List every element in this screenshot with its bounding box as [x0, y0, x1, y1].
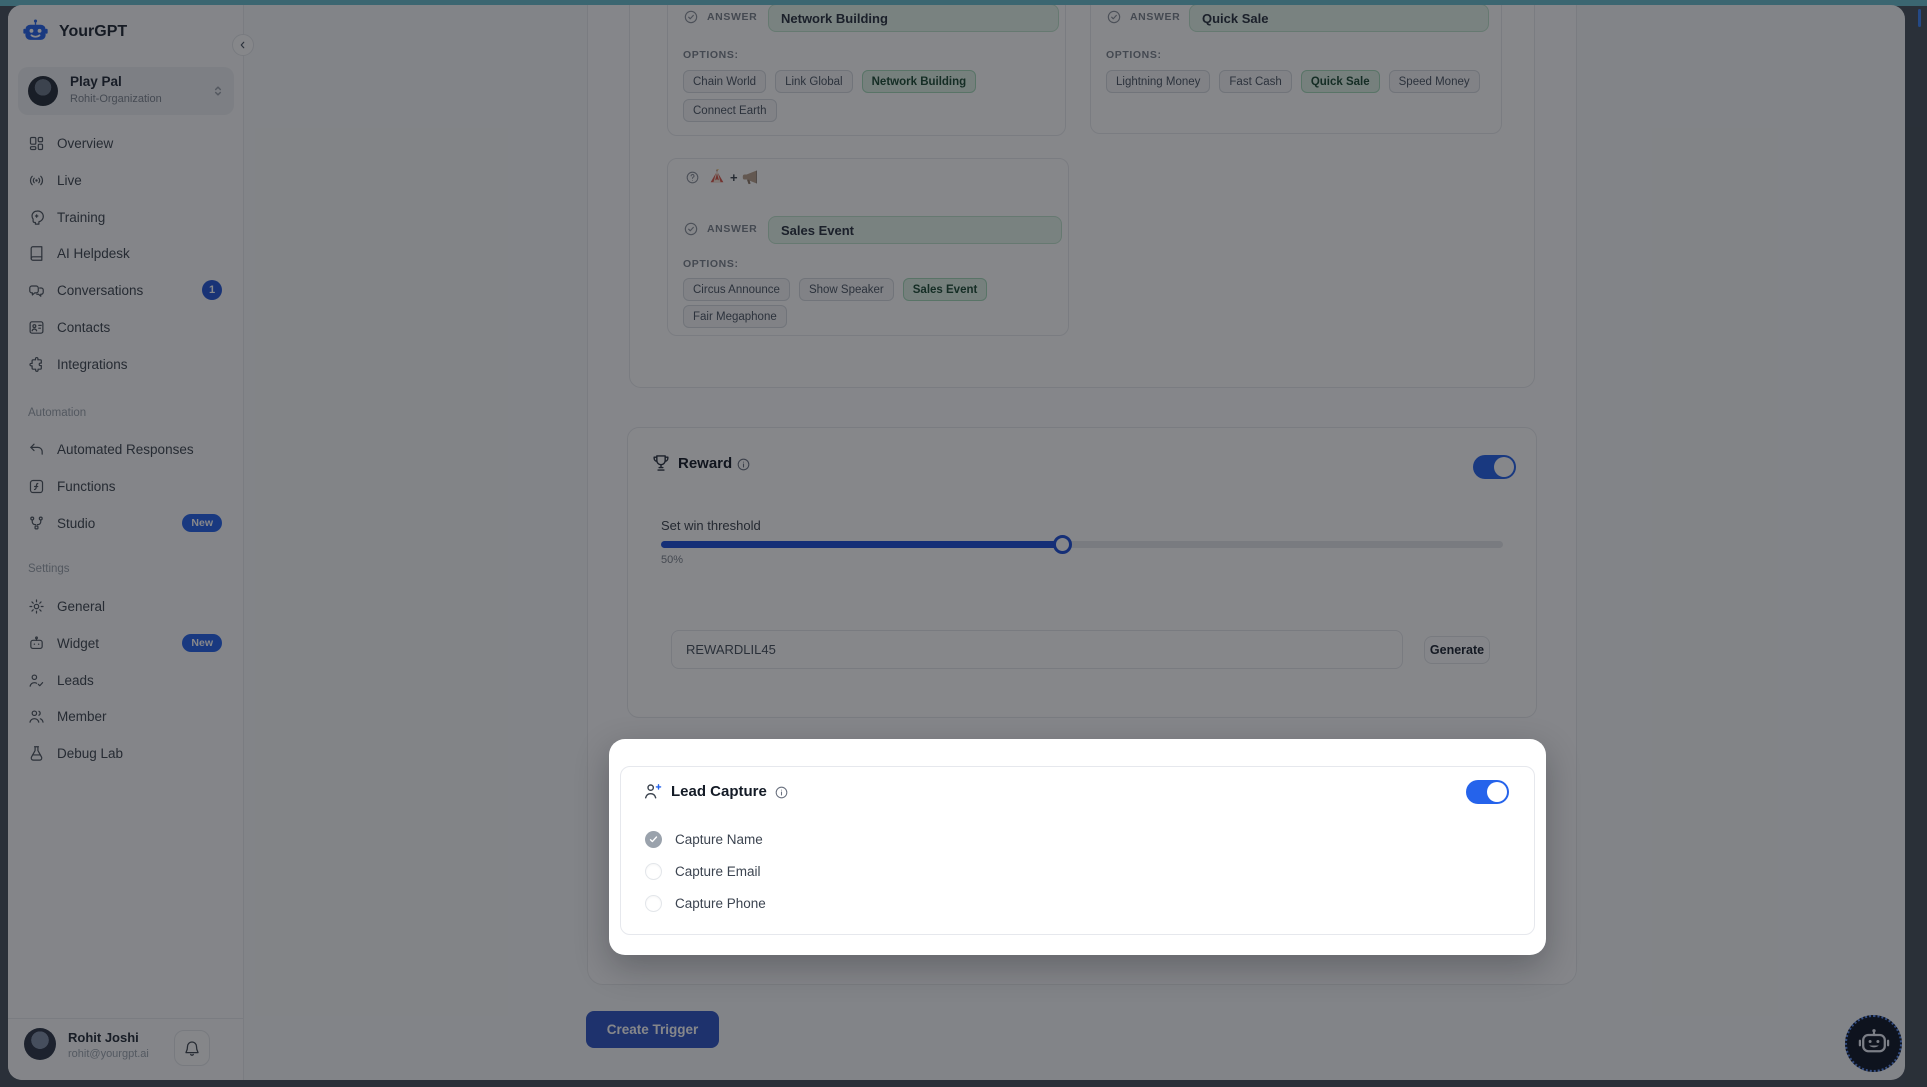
capture-option-label: Capture Email — [675, 864, 761, 879]
capture-option-label: Capture Name — [675, 832, 763, 847]
user-plus-icon — [643, 781, 663, 801]
checked-circle-icon — [645, 831, 662, 848]
capture-option-label: Capture Phone — [675, 896, 766, 911]
lead-capture-section: Lead Capture Capture Name Capture Email … — [620, 766, 1535, 935]
lead-capture-title: Lead Capture — [671, 783, 767, 800]
lead-capture-toggle[interactable] — [1466, 780, 1509, 804]
capture-name-option[interactable]: Capture Name — [645, 831, 763, 848]
page-root: YourGPT Play Pal Rohit-Organization Over… — [0, 0, 1927, 1087]
unchecked-circle-icon — [645, 863, 662, 880]
info-icon[interactable] — [774, 785, 789, 800]
capture-phone-option[interactable]: Capture Phone — [645, 895, 766, 912]
lead-capture-spotlight: Lead Capture Capture Name Capture Email … — [609, 739, 1546, 955]
toggle-knob — [1487, 782, 1507, 802]
unchecked-circle-icon — [645, 895, 662, 912]
capture-email-option[interactable]: Capture Email — [645, 863, 761, 880]
